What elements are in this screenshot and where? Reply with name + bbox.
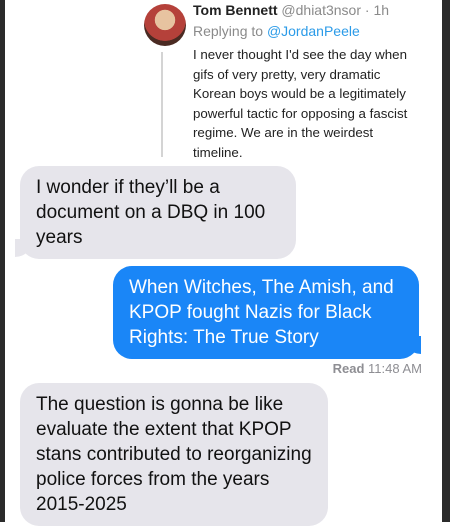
read-receipt: Read 11:48 AM xyxy=(333,361,422,376)
replying-prefix: Replying to xyxy=(193,23,264,39)
tweet-time: 1h xyxy=(373,2,390,18)
right-frame-border xyxy=(442,0,450,522)
replying-to-handle[interactable]: @JordanPeele xyxy=(267,23,360,39)
tweet-separator: · xyxy=(361,2,374,18)
read-time: 11:48 AM xyxy=(368,361,422,376)
message-bubble-received[interactable]: I wonder if they’ll be a document on a D… xyxy=(20,166,296,259)
tweet-header: Tom Bennett @dhiat3nsor · 1h xyxy=(193,2,389,18)
left-frame-border xyxy=(0,0,5,522)
tweet-author-handle[interactable]: @dhiat3nsor xyxy=(281,2,361,18)
message-bubble-sent[interactable]: When Witches, The Amish, and KPOP fought… xyxy=(113,266,419,359)
thread-line xyxy=(161,52,163,157)
message-bubble-received[interactable]: The question is gonna be like evaluate t… xyxy=(20,383,328,526)
tweet-author-name[interactable]: Tom Bennett xyxy=(193,2,278,18)
embedded-tweet[interactable]: Tom Bennett @dhiat3nsor · 1h Replying to… xyxy=(140,0,430,160)
tweet-text: I never thought I'd see the day when gif… xyxy=(193,47,408,160)
avatar[interactable] xyxy=(144,4,186,46)
replying-to: Replying to @JordanPeele xyxy=(193,23,360,39)
read-label: Read xyxy=(332,361,365,376)
